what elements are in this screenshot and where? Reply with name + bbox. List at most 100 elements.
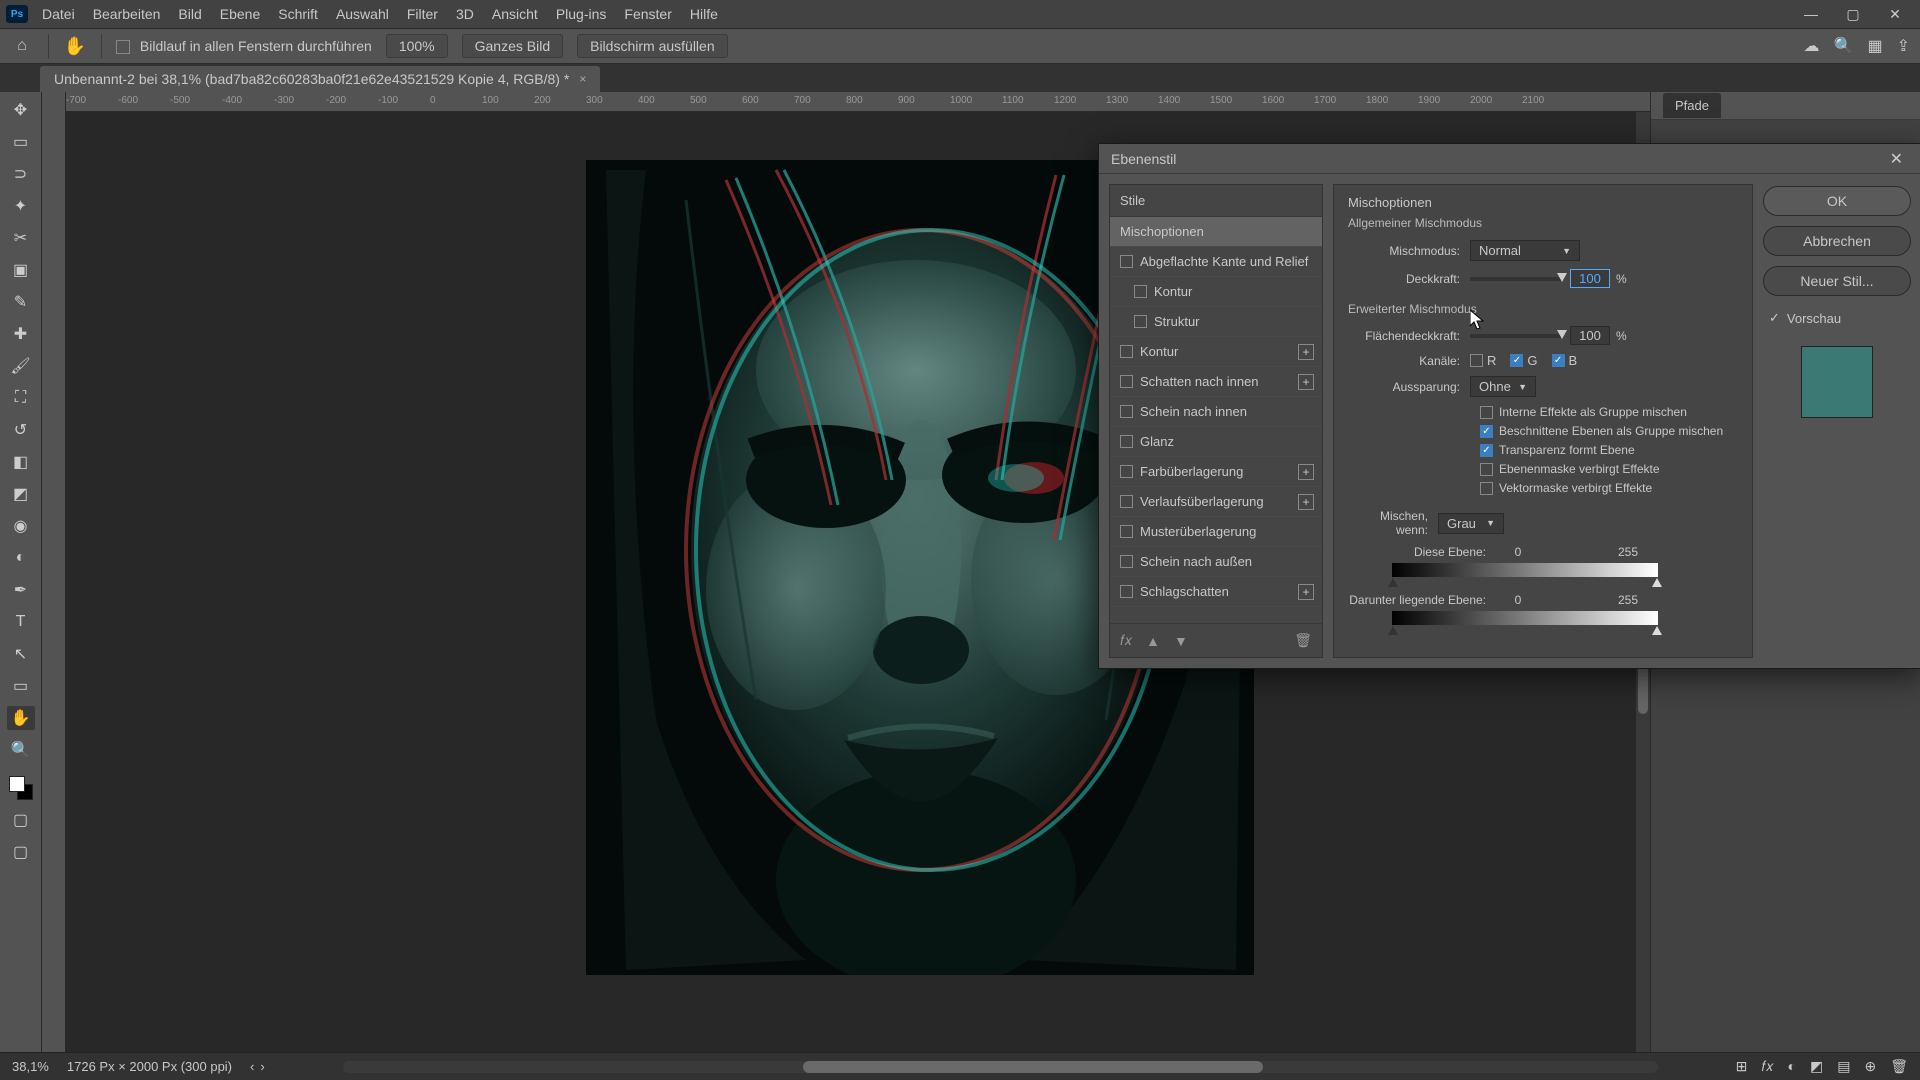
tool-gradient[interactable]: ◩ <box>7 482 35 506</box>
tool-dodge[interactable]: ◐ <box>7 546 35 570</box>
tool-stamp[interactable]: ⛶ <box>7 386 35 410</box>
slider-handle-icon[interactable] <box>1652 578 1662 587</box>
tool-hand[interactable]: ✋ <box>7 706 35 730</box>
opacity-input[interactable]: 100 <box>1570 269 1610 288</box>
tool-crop[interactable]: ✂ <box>7 226 35 250</box>
ok-button[interactable]: OK <box>1763 186 1911 216</box>
knockout-select[interactable]: Ohne ▼ <box>1470 376 1536 397</box>
checkbox-icon[interactable] <box>116 40 130 54</box>
fill-screen-button[interactable]: Bildschirm ausfüllen <box>577 34 728 58</box>
tool-type[interactable]: T <box>7 610 35 634</box>
style-checkbox[interactable] <box>1120 495 1133 508</box>
status-icon-0[interactable]: ⊞ <box>1736 1058 1748 1075</box>
search-icon[interactable]: 🔍 <box>1834 36 1854 56</box>
status-icon-4[interactable]: ▤ <box>1837 1058 1850 1075</box>
style-row-kontur1[interactable]: Kontur <box>1110 277 1322 307</box>
tab-close-icon[interactable]: × <box>579 72 586 86</box>
status-icon-5[interactable]: ⊕ <box>1864 1058 1876 1075</box>
arrow-right-icon[interactable]: › <box>260 1059 264 1074</box>
scrollbar-thumb[interactable] <box>803 1061 1263 1073</box>
menu-ansicht[interactable]: Ansicht <box>484 2 546 26</box>
add-effect-icon[interactable]: + <box>1298 494 1314 510</box>
new-style-button[interactable]: Neuer Stil... <box>1763 266 1911 296</box>
status-icon-1[interactable]: 𝑓𝑥 <box>1761 1058 1773 1075</box>
tool-frame[interactable]: ▣ <box>7 258 35 282</box>
menu-auswahl[interactable]: Auswahl <box>328 2 397 26</box>
tool-wand[interactable]: ✦ <box>7 194 35 218</box>
style-row-glanz[interactable]: Glanz <box>1110 427 1322 457</box>
tool-blur[interactable]: ◉ <box>7 514 35 538</box>
tab-pfade[interactable]: Pfade <box>1663 93 1721 118</box>
ruler-horizontal[interactable]: -700-600-500-400-300-200-100010020030040… <box>66 92 1650 112</box>
menu-hilfe[interactable]: Hilfe <box>682 2 726 26</box>
style-row-innerglow[interactable]: Schein nach innen <box>1110 397 1322 427</box>
slider-handle-icon[interactable] <box>1652 626 1662 635</box>
menu-plugins[interactable]: Plug-ins <box>548 2 615 26</box>
tool-path[interactable]: ↖ <box>7 642 35 666</box>
share-icon[interactable]: ⇪ <box>1897 36 1910 56</box>
tool-zoom[interactable]: 🔍 <box>7 738 35 762</box>
window-close-button[interactable]: ✕ <box>1876 2 1914 26</box>
this-layer-gradient[interactable] <box>1392 563 1658 577</box>
style-row-outerglow[interactable]: Schein nach außen <box>1110 547 1322 577</box>
move-up-icon[interactable]: ▲ <box>1146 633 1160 649</box>
zoom-100-button[interactable]: 100% <box>386 34 448 58</box>
home-icon[interactable]: ⌂ <box>10 37 34 55</box>
scroll-all-windows-option[interactable]: Bildlauf in allen Fenstern durchführen <box>116 38 372 54</box>
tool-lasso[interactable]: ⊃ <box>7 162 35 186</box>
style-row-struktur[interactable]: Struktur <box>1110 307 1322 337</box>
menu-datei[interactable]: Datei <box>34 2 83 26</box>
style-checkbox[interactable] <box>1120 585 1133 598</box>
style-row-innershadow[interactable]: Schatten nach innen+ <box>1110 367 1322 397</box>
style-row-dropshadow[interactable]: Schlagschatten+ <box>1110 577 1322 607</box>
blend-interior-checkbox[interactable] <box>1480 406 1493 419</box>
style-checkbox[interactable] <box>1134 285 1147 298</box>
zoom-field[interactable]: 38,1% <box>12 1059 49 1074</box>
trash-icon[interactable]: 🗑 <box>1294 632 1312 649</box>
channel-b-checkbox[interactable]: ✓ <box>1552 354 1565 367</box>
style-row-bevel[interactable]: Abgeflachte Kante und Relief <box>1110 247 1322 277</box>
menu-bearbeiten[interactable]: Bearbeiten <box>85 2 169 26</box>
status-icon-2[interactable]: ◐ <box>1788 1058 1796 1075</box>
arrow-left-icon[interactable]: ‹ <box>250 1059 254 1074</box>
style-row-kontur2[interactable]: Kontur+ <box>1110 337 1322 367</box>
style-row-mischoptionen[interactable]: Mischoptionen <box>1110 217 1322 247</box>
window-maximize-button[interactable]: ▢ <box>1834 2 1872 26</box>
dialog-close-button[interactable]: ✕ <box>1884 149 1909 169</box>
workspace-icon[interactable]: ▦ <box>1867 36 1882 56</box>
scrollbar-horizontal[interactable] <box>343 1061 1658 1073</box>
tool-brush[interactable]: 🖌 <box>7 354 35 378</box>
status-icon-6[interactable]: 🗑 <box>1890 1058 1908 1075</box>
quickmask-icon[interactable]: ▢ <box>7 808 35 832</box>
preview-checkbox[interactable]: ✓ <box>1769 310 1780 326</box>
opacity-slider[interactable] <box>1470 277 1562 281</box>
move-down-icon[interactable]: ▼ <box>1174 633 1188 649</box>
underlying-gradient[interactable] <box>1392 611 1658 625</box>
menu-schrift[interactable]: Schrift <box>270 2 326 26</box>
hand-tool-icon[interactable]: ✋ <box>63 36 87 57</box>
tool-marquee[interactable]: ▭ <box>7 130 35 154</box>
tool-shape[interactable]: ▭ <box>7 674 35 698</box>
menu-3d[interactable]: 3D <box>448 2 482 26</box>
style-checkbox[interactable] <box>1120 435 1133 448</box>
add-effect-icon[interactable]: + <box>1298 374 1314 390</box>
fx-icon[interactable]: 𝑓𝑥 <box>1120 632 1132 649</box>
channel-r-checkbox[interactable] <box>1470 354 1483 367</box>
tool-move[interactable]: ✥ <box>7 98 35 122</box>
tool-healing[interactable]: ✚ <box>7 322 35 346</box>
blend-mode-select[interactable]: Normal ▼ <box>1470 240 1580 261</box>
ruler-vertical[interactable] <box>42 92 66 1052</box>
menu-ebene[interactable]: Ebene <box>212 2 268 26</box>
style-checkbox[interactable] <box>1120 405 1133 418</box>
style-row-coloroverlay[interactable]: Farbüberlagerung+ <box>1110 457 1322 487</box>
add-effect-icon[interactable]: + <box>1298 344 1314 360</box>
style-checkbox[interactable] <box>1120 465 1133 478</box>
document-info[interactable]: 1726 Px × 2000 Px (300 ppi) <box>67 1059 232 1074</box>
cancel-button[interactable]: Abbrechen <box>1763 226 1911 256</box>
style-checkbox[interactable] <box>1120 525 1133 538</box>
blend-if-select[interactable]: Grau ▼ <box>1438 513 1504 534</box>
dialog-titlebar[interactable]: Ebenenstil ✕ <box>1099 144 1920 174</box>
vectormask-hides-checkbox[interactable] <box>1480 482 1493 495</box>
fill-opacity-slider[interactable] <box>1470 334 1562 338</box>
slider-handle-icon[interactable] <box>1388 626 1398 635</box>
